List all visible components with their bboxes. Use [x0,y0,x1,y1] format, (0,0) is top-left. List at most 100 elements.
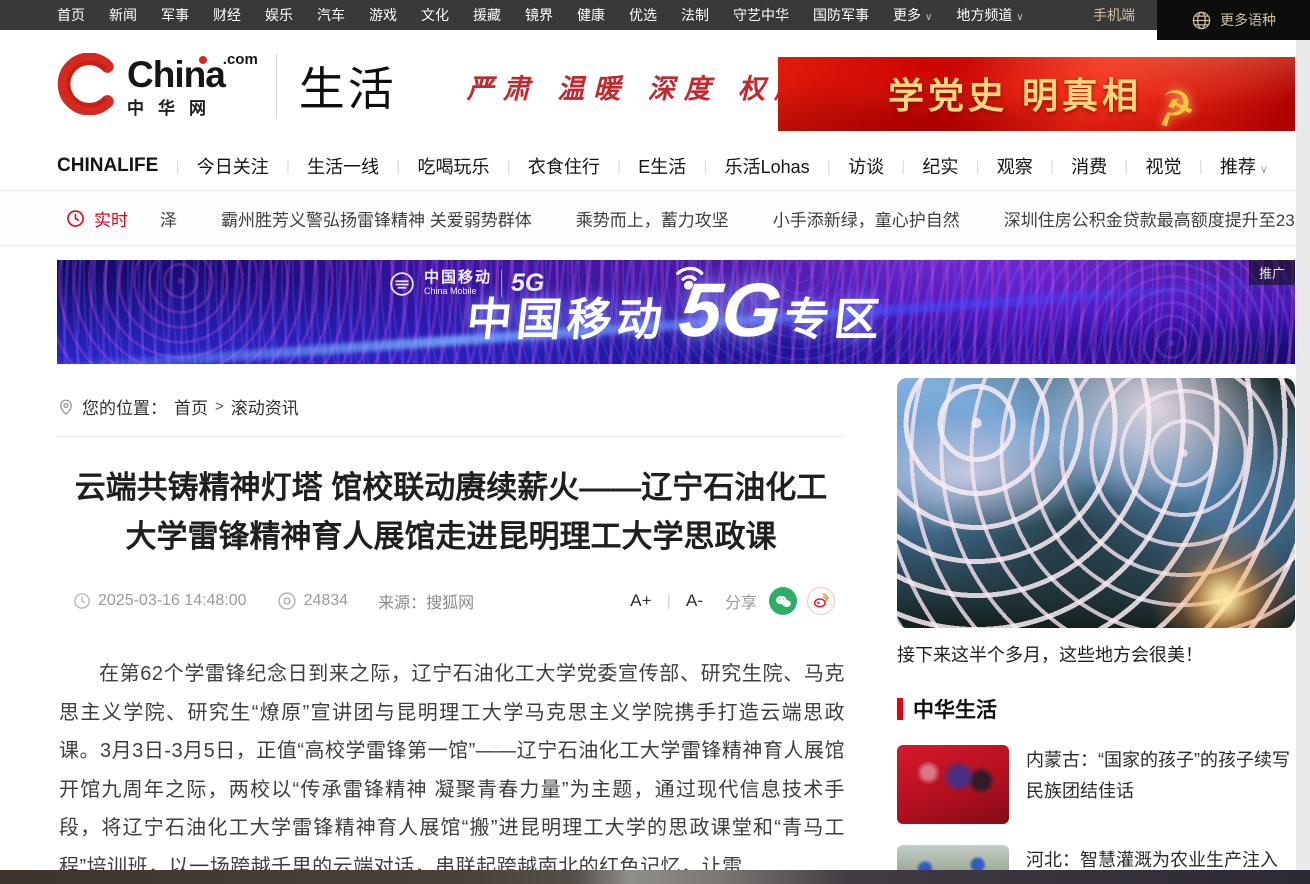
nav-e-life[interactable]: E生活 [638,153,686,179]
nav-consumption[interactable]: 消费 [1071,153,1107,179]
eye-icon [277,591,297,611]
brush-c-logo-icon [57,53,119,120]
top-nav-games[interactable]: 游戏 [369,5,397,25]
top-nav-heritage[interactable]: 守艺中华 [733,5,789,25]
nav-visual[interactable]: 视觉 [1146,153,1182,179]
news-thumbnail [897,745,1009,824]
nav-food-clothing[interactable]: 衣食住行 [528,153,600,179]
ticker-item[interactable]: 深圳住房公积金贷款最高额度提升至231万元 [1004,206,1310,231]
top-nav-auto[interactable]: 汽车 [317,5,345,25]
top-nav-regions-label: 地方频道 [956,7,1012,23]
site-section-title: 生活 [299,53,397,119]
top-nav-culture[interactable]: 文化 [421,5,449,25]
china-com-logo[interactable]: China.com 中华网 [57,53,260,120]
sidebar-section-title: 中华生活 [913,694,997,724]
globe-icon [1191,10,1212,31]
nav-divider: | [827,158,831,175]
top-nav-news[interactable]: 新闻 [109,5,137,25]
font-smaller-button[interactable]: A- [686,591,703,611]
ticker-item[interactable]: 乘势而上，蓄力攻坚 [576,206,729,231]
weibo-icon [812,592,830,610]
party-history-banner[interactable]: 学党史 明真相 ☭ [778,57,1295,131]
nav-documentary[interactable]: 纪实 [922,153,958,179]
top-nav-more-label: 更多 [893,7,921,23]
wifi-icon [667,260,713,297]
site-slogan: 严肃 温暖 深度 权威 [467,67,810,106]
party-banner-text: 学党史 明真相 [888,67,1142,119]
sidebar-news-item[interactable]: 内蒙古：“国家的孩子”的孩子续写民族团结佳话 [897,745,1295,824]
sidebar-section-header: 中华生活 [897,694,1295,724]
china-mobile-5g-ad-banner[interactable]: 中国移动 China Mobile 5G 中国移动 5G 专区 推广 [57,260,1295,364]
share-label: 分享 [725,589,757,613]
top-bar: 首页 新闻 军事 财经 娱乐 汽车 游戏 文化 援藏 镜界 健康 优选 法制 守… [0,0,1310,30]
top-nav-law[interactable]: 法制 [681,5,709,25]
chevron-down-icon: ∨ [1260,164,1268,176]
top-nav-finance[interactable]: 财经 [213,5,241,25]
share-wechat-button[interactable] [769,587,797,615]
nav-divider: | [901,158,905,175]
nav-interviews[interactable]: 访谈 [848,153,884,179]
brand-text: China.com 中华网 [127,56,260,117]
breadcrumb-current[interactable]: 滚动资讯 [231,394,299,419]
section-accent-bar [897,698,903,720]
masthead: China.com 中华网 生活 严肃 温暖 深度 权威 学党史 明真相 ☭ [0,30,1310,142]
nav-divider: | [1050,158,1054,175]
section-nav: CHINALIFE | 今日关注 | 生活一线 | 吃喝玩乐 | 衣食住行 | … [57,142,1268,190]
nav-divider: | [396,158,400,175]
live-news-ticker: 实时 泽 霸州胜芳义警弘扬雷锋精神 关爱弱势群体 乘势而上，蓄力攻坚 小手添新绿… [0,190,1310,246]
ticker-item[interactable]: 霸州胜芳义警弘扬雷锋精神 关爱弱势群体 [221,206,532,231]
languages-button[interactable]: 更多语种 [1157,0,1310,40]
ticker-label: 实时 [66,206,128,231]
font-larger-button[interactable]: A+ [630,591,651,611]
ticker-item[interactable]: 泽 [160,206,177,231]
nav-lohas[interactable]: 乐活Lohas [725,153,810,179]
nav-observation[interactable]: 观察 [997,153,1033,179]
top-nav-regions-dropdown[interactable]: 地方频道 ∨ [956,5,1023,25]
ad-title-right: 专区 [781,283,888,348]
article-source: 来源：搜狐网 [378,589,474,613]
nav-divider: | [703,158,707,175]
nav-divider: | [507,158,511,175]
logo-divider [276,54,277,118]
content-area: 您的位置： 首页 > 滚动资讯 云端共铸精神灯塔 馆校联动赓续薪火——辽宁石油化… [0,378,1310,884]
page: 首页 新闻 军事 财经 娱乐 汽车 游戏 文化 援藏 镜界 健康 优选 法制 守… [0,0,1310,884]
top-nav-home[interactable]: 首页 [57,5,85,25]
top-nav-entertainment[interactable]: 娱乐 [265,5,293,25]
ad-promo-tag: 推广 [1249,260,1295,285]
top-nav-defense[interactable]: 国防军事 [813,5,869,25]
nav-life-frontline[interactable]: 生活一线 [307,153,379,179]
china-mobile-mark-icon [389,271,415,297]
featured-photo-caption[interactable]: 接下来这半个多月，这些地方会很美！ [897,641,1295,667]
top-nav-military[interactable]: 军事 [161,5,189,25]
breadcrumb-label: 您的位置： [82,394,167,419]
view-count-text: 24834 [304,592,349,610]
top-nav-tibet-aid[interactable]: 援藏 [473,5,501,25]
clock-icon [73,592,91,610]
window-right-edge [1296,40,1310,884]
article-title: 云端共铸精神灯塔 馆校联动赓续薪火——辽宁石油化工大学雷锋精神育人展馆走进昆明理… [61,463,841,561]
mobile-version-link[interactable]: 手机端 [1093,0,1135,30]
share-weibo-button[interactable] [807,587,835,615]
location-pin-icon [57,398,75,416]
wechat-icon [775,594,792,609]
nav-today-focus[interactable]: 今日关注 [197,153,269,179]
ticker-item[interactable]: 小手添新绿，童心护自然 [773,206,960,231]
languages-label: 更多语种 [1220,10,1276,30]
font-size-controls: A+ | A- [630,591,703,611]
breadcrumb-home-link[interactable]: 首页 [174,394,208,419]
chevron-down-icon: ∨ [925,12,932,23]
nav-divider: | [286,158,290,175]
ticker-label-text: 实时 [94,206,128,231]
nav-recommended-dropdown[interactable]: 推荐∨ [1220,153,1268,179]
nav-eat-drink-play[interactable]: 吃喝玩乐 [417,153,489,179]
nav-divider: | [976,158,980,175]
top-nav-health[interactable]: 健康 [577,5,605,25]
brand-chinese-name: 中华网 [127,100,260,117]
chevron-down-icon: ∨ [1016,12,1023,23]
top-nav-lens[interactable]: 镜界 [525,5,553,25]
nav-chinalife[interactable]: CHINALIFE [57,155,158,177]
top-nav-picks[interactable]: 优选 [629,5,657,25]
featured-photo-cherry-blossoms[interactable] [897,378,1295,628]
top-nav-more-dropdown[interactable]: 更多 ∨ [893,5,932,25]
ad-title-left: 中国移动 [464,283,671,348]
